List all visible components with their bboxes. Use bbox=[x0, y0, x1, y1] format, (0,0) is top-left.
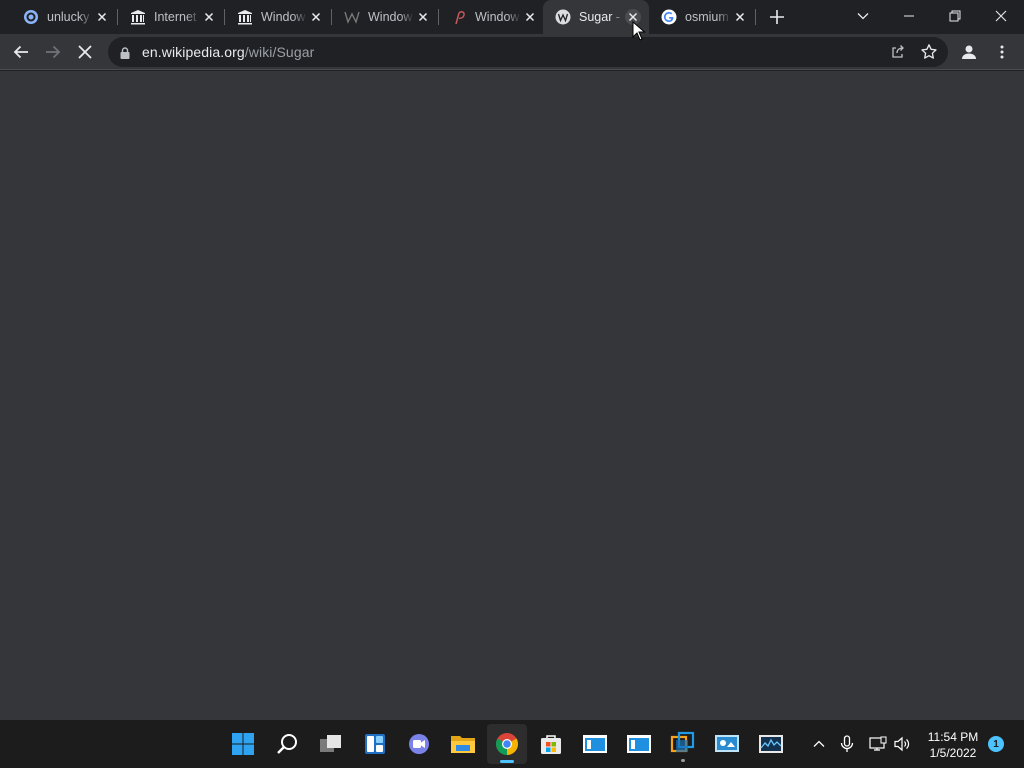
browser-toolbar: en.wikipedia.org/wiki/Sugar bbox=[0, 34, 1024, 70]
tab-window-1[interactable]: Window bbox=[225, 0, 332, 34]
museum-columns-icon bbox=[131, 10, 145, 25]
chevron-down-icon bbox=[857, 13, 869, 20]
start-button[interactable] bbox=[223, 724, 263, 764]
arrow-left-icon bbox=[13, 45, 28, 59]
store-icon bbox=[541, 735, 561, 754]
clock-date: 1/5/2022 bbox=[929, 746, 977, 760]
microphone-icon bbox=[840, 735, 854, 752]
forward-button[interactable] bbox=[41, 40, 65, 64]
tab-title: Window bbox=[475, 10, 520, 24]
task-view-icon bbox=[320, 735, 341, 752]
more-vert-icon bbox=[1000, 45, 1004, 59]
teams-chat-icon bbox=[409, 734, 429, 754]
tab-title: Internet bbox=[154, 10, 197, 24]
lock-icon[interactable] bbox=[118, 46, 132, 60]
widgets-icon bbox=[365, 734, 385, 754]
file-explorer-button[interactable] bbox=[443, 724, 483, 764]
tab-title: osmium bbox=[685, 10, 729, 24]
app-window-icon bbox=[583, 735, 607, 753]
close-icon bbox=[78, 45, 92, 59]
running-indicator bbox=[681, 759, 685, 762]
profile-button[interactable] bbox=[957, 40, 981, 64]
show-hidden-icons-button[interactable] bbox=[809, 734, 829, 754]
wikipedia-w-icon bbox=[555, 9, 571, 25]
wiktionary-w-icon bbox=[344, 11, 360, 24]
clock[interactable]: 11:54 PM 1/5/2022 bbox=[922, 729, 984, 761]
restore-button[interactable] bbox=[932, 0, 978, 32]
pinterest-like-icon bbox=[455, 11, 465, 25]
arrow-right-icon bbox=[46, 45, 61, 59]
tab-internet[interactable]: Internet bbox=[118, 0, 225, 34]
active-indicator bbox=[500, 760, 514, 763]
store-button[interactable] bbox=[531, 724, 571, 764]
folder-icon bbox=[451, 736, 475, 753]
stop-loading-button[interactable] bbox=[73, 40, 97, 64]
url-host: en.wikipedia.org bbox=[142, 44, 245, 60]
close-icon bbox=[995, 10, 1007, 22]
restore-icon bbox=[949, 10, 961, 22]
task-view-button[interactable] bbox=[311, 724, 351, 764]
tab-osmium[interactable]: osmium bbox=[649, 0, 756, 34]
tab-window-3[interactable]: Window bbox=[439, 0, 546, 34]
minimize-button[interactable] bbox=[886, 0, 932, 32]
url-text[interactable]: en.wikipedia.org/wiki/Sugar bbox=[142, 44, 314, 60]
address-bar[interactable]: en.wikipedia.org/wiki/Sugar bbox=[108, 37, 948, 67]
resource-monitor-icon bbox=[759, 735, 783, 753]
app-button-3[interactable] bbox=[663, 724, 703, 764]
minimize-icon bbox=[904, 15, 914, 17]
back-button[interactable] bbox=[9, 40, 33, 64]
tab-separator bbox=[755, 9, 756, 25]
share-icon[interactable] bbox=[890, 44, 906, 60]
new-tab-button[interactable] bbox=[766, 6, 788, 28]
app-button-4[interactable] bbox=[707, 724, 747, 764]
tab-unlucky[interactable]: unlucky bbox=[11, 0, 118, 34]
chevron-up-icon bbox=[813, 740, 825, 747]
close-icon[interactable] bbox=[308, 9, 324, 25]
chrome-icon bbox=[496, 733, 518, 755]
page-content bbox=[0, 71, 1024, 720]
clock-time: 11:54 PM bbox=[927, 730, 979, 744]
close-icon[interactable] bbox=[732, 9, 748, 25]
mouse-cursor-icon bbox=[632, 21, 646, 41]
tab-title: unlucky bbox=[47, 10, 90, 24]
vm-icon bbox=[670, 731, 695, 753]
generic-page-icon bbox=[24, 10, 38, 24]
tab-strip: unlucky Internet Window Window Window Su… bbox=[0, 0, 1024, 35]
microphone-button[interactable] bbox=[837, 734, 857, 754]
search-icon bbox=[277, 734, 297, 754]
tab-window-2[interactable]: Window bbox=[332, 0, 439, 34]
volume-button[interactable] bbox=[892, 734, 912, 754]
app-button-5[interactable] bbox=[751, 724, 791, 764]
search-button[interactable] bbox=[267, 724, 307, 764]
close-icon[interactable] bbox=[201, 9, 217, 25]
widgets-button[interactable] bbox=[355, 724, 395, 764]
close-icon[interactable] bbox=[415, 9, 431, 25]
chat-button[interactable] bbox=[399, 724, 439, 764]
tab-search-button[interactable] bbox=[840, 0, 886, 32]
tab-title: Window bbox=[261, 10, 306, 24]
app-button-1[interactable] bbox=[575, 724, 615, 764]
menu-button[interactable] bbox=[990, 40, 1014, 64]
close-icon[interactable] bbox=[94, 9, 110, 25]
taskbar: 11:54 PM 1/5/2022 bbox=[0, 720, 1024, 768]
app-window-icon bbox=[627, 735, 651, 753]
notification-badge[interactable]: 1 bbox=[988, 736, 1004, 752]
close-window-button[interactable] bbox=[978, 0, 1024, 32]
windows-logo-icon bbox=[232, 733, 254, 755]
tab-title: Sugar - bbox=[579, 10, 620, 24]
star-icon[interactable] bbox=[920, 43, 938, 61]
museum-columns-icon bbox=[238, 10, 252, 25]
close-icon[interactable] bbox=[522, 9, 538, 25]
volume-icon bbox=[894, 736, 910, 752]
google-g-icon bbox=[661, 9, 677, 25]
chrome-button[interactable] bbox=[487, 724, 527, 764]
app-button-2[interactable] bbox=[619, 724, 659, 764]
control-panel-icon bbox=[715, 735, 739, 752]
network-button[interactable] bbox=[868, 734, 888, 754]
url-path: /wiki/Sugar bbox=[244, 44, 315, 60]
tab-title: Window bbox=[368, 10, 413, 24]
network-icon bbox=[869, 736, 887, 751]
avatar-icon bbox=[962, 45, 976, 59]
